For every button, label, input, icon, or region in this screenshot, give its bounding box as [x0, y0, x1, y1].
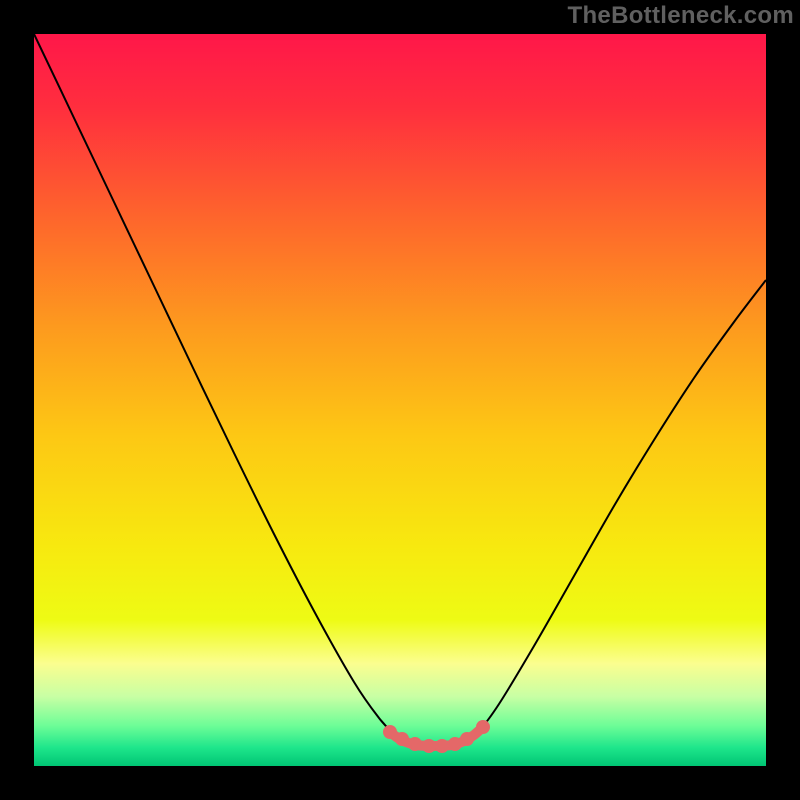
- highlight-dot: [460, 732, 474, 746]
- highlight-dot: [395, 732, 409, 746]
- watermark-text: TheBottleneck.com: [568, 2, 794, 30]
- chart-frame: [34, 34, 766, 766]
- chart-background: [34, 34, 766, 766]
- highlight-dot: [435, 739, 449, 753]
- chart-svg: [34, 34, 766, 766]
- highlight-dot: [422, 739, 436, 753]
- highlight-dot: [383, 725, 397, 739]
- highlight-dot: [448, 737, 462, 751]
- highlight-dot: [408, 737, 422, 751]
- highlight-dot: [476, 720, 490, 734]
